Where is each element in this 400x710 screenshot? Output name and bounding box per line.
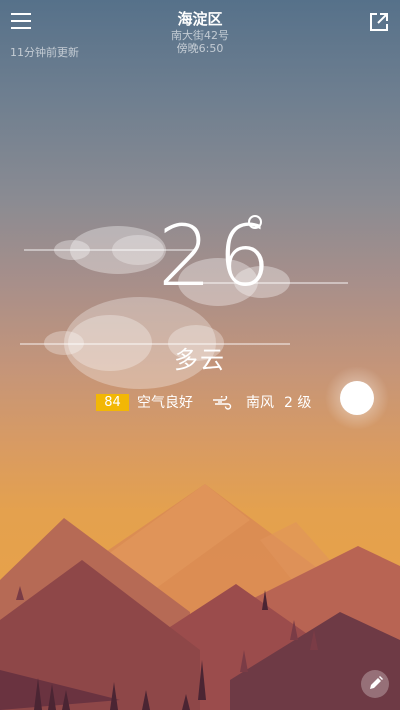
aqi-badge: 84	[96, 394, 129, 411]
wind-direction: 南风	[246, 395, 274, 411]
air-quality-text: 空气良好	[137, 395, 193, 411]
wind-level: 2 级	[284, 395, 312, 411]
location-header[interactable]: 海淀区 南大街42号 傍晚6:50	[0, 9, 400, 55]
city-name: 海淀区	[177, 10, 223, 28]
street-address: 南大街42号	[171, 29, 229, 42]
wind-icon	[213, 396, 232, 410]
weather-screen: 11分钟前更新 海淀区 南大街42号 傍晚6:50 26 多云 84 空气良好 …	[0, 0, 400, 710]
degree-symbol-icon	[248, 215, 262, 229]
weather-condition: 多云	[174, 346, 226, 374]
share-icon[interactable]	[368, 11, 390, 33]
time-of-day: 傍晚6:50	[176, 42, 224, 55]
edit-button[interactable]	[361, 670, 389, 698]
edit-icon	[370, 676, 383, 689]
